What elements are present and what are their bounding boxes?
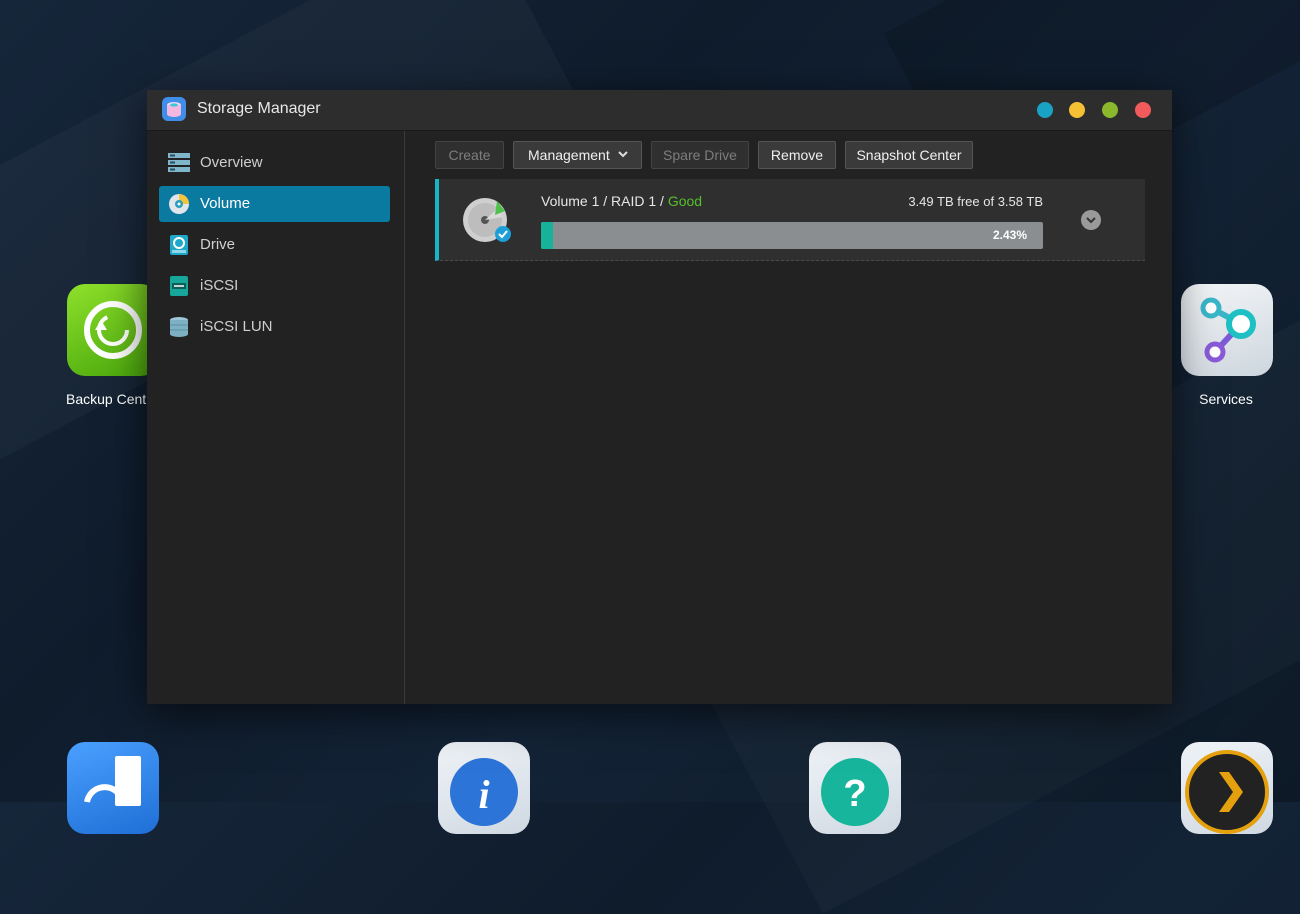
window-minimize-button[interactable] bbox=[1069, 102, 1085, 118]
window-maximize-button[interactable] bbox=[1102, 102, 1118, 118]
server-app-icon[interactable] bbox=[67, 742, 159, 834]
sidebar-item-label: iSCSI bbox=[200, 277, 239, 294]
sidebar-item-label: Drive bbox=[200, 236, 236, 253]
volume-disk-icon bbox=[461, 195, 513, 245]
sidebar-item-label: Volume bbox=[200, 195, 251, 212]
sidebar-item-label: Overview bbox=[200, 154, 263, 171]
remove-button[interactable]: Remove bbox=[758, 141, 836, 169]
volume-name: Volume 1 / RAID 1 / bbox=[541, 193, 668, 209]
window-title: Storage Manager bbox=[197, 100, 321, 117]
info-app-icon[interactable]: i bbox=[438, 742, 530, 834]
volume-usage-fill bbox=[541, 222, 554, 249]
volume-card[interactable]: Volume 1 / RAID 1 / Good 3.49 TB free of… bbox=[435, 179, 1145, 261]
volume-title: Volume 1 / RAID 1 / Good bbox=[541, 193, 702, 209]
volume-usage-bar: 2.43% bbox=[541, 222, 1043, 249]
window-menu-button[interactable] bbox=[1037, 102, 1053, 118]
expand-volume-button[interactable] bbox=[1081, 210, 1101, 230]
sidebar-item-volume[interactable]: Volume bbox=[159, 186, 390, 222]
sidebar-item-iscsi-lun[interactable]: iSCSI LUN bbox=[159, 309, 390, 345]
volume-icon bbox=[168, 193, 190, 215]
svg-text:?: ? bbox=[843, 773, 866, 815]
volume-usage-label: 2.43% bbox=[992, 228, 1027, 242]
sidebar-item-iscsi[interactable]: iSCSI bbox=[159, 268, 390, 304]
svg-text:i: i bbox=[478, 772, 489, 817]
management-label: Management bbox=[528, 147, 610, 163]
storage-manager-app-icon bbox=[162, 97, 186, 121]
plex-app-icon[interactable] bbox=[1181, 742, 1273, 834]
volume-status: Good bbox=[667, 193, 703, 209]
sidebar-item-drive[interactable]: Drive bbox=[159, 227, 390, 263]
main-panel: Create Management Spare Drive Remove Sna… bbox=[405, 131, 1172, 704]
overview-icon bbox=[168, 152, 190, 174]
create-button[interactable]: Create bbox=[435, 141, 504, 169]
iscsi-lun-icon bbox=[168, 316, 190, 338]
storage-manager-window: Storage Manager Overview Volume Drive iS… bbox=[147, 90, 1172, 704]
management-dropdown[interactable]: Management bbox=[513, 141, 642, 169]
window-titlebar[interactable]: Storage Manager bbox=[147, 90, 1172, 131]
sidebar: Overview Volume Drive iSCSI iSCSI LUN bbox=[147, 131, 405, 704]
volume-free-space: 3.49 TB free of 3.58 TB bbox=[908, 194, 1043, 209]
window-close-button[interactable] bbox=[1135, 102, 1151, 118]
help-app-icon[interactable]: ? bbox=[809, 742, 901, 834]
snapshot-center-button[interactable]: Snapshot Center bbox=[845, 141, 973, 169]
sidebar-item-overview[interactable]: Overview bbox=[159, 145, 390, 181]
iscsi-icon bbox=[168, 275, 190, 297]
backup-center-app-icon[interactable] bbox=[67, 284, 159, 376]
spare-drive-button[interactable]: Spare Drive bbox=[651, 141, 749, 169]
drive-icon bbox=[168, 234, 190, 256]
sidebar-item-label: iSCSI LUN bbox=[200, 318, 273, 335]
services-label: Services bbox=[1199, 391, 1253, 407]
services-app-icon[interactable] bbox=[1181, 284, 1273, 376]
chevron-down-icon bbox=[617, 142, 629, 176]
